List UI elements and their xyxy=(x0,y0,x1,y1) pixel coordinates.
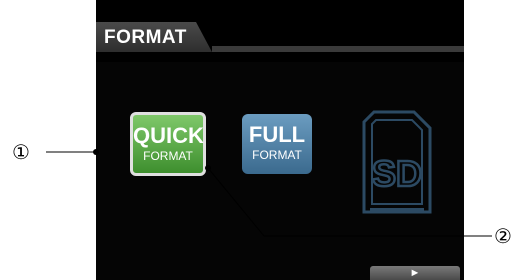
full-format-button[interactable]: FULL FORMAT xyxy=(242,114,312,174)
format-screen: FORMAT QUICK FORMAT FULL FORMAT SD ► xyxy=(96,0,464,280)
sd-card-icon: SD xyxy=(362,110,432,214)
full-format-sublabel: FORMAT xyxy=(252,148,302,162)
callout-2: ② xyxy=(494,224,512,248)
full-format-label: FULL xyxy=(248,122,306,147)
play-button[interactable]: ► xyxy=(370,266,460,280)
quick-format-button[interactable]: QUICK FORMAT xyxy=(130,112,206,176)
header-divider xyxy=(212,46,464,52)
sd-card-label: SD xyxy=(372,153,422,194)
quick-format-label: QUICK xyxy=(133,123,204,148)
quick-format-sublabel: FORMAT xyxy=(143,149,193,163)
callout-1: ① xyxy=(12,140,30,164)
title-tab: FORMAT xyxy=(96,22,212,52)
play-icon: ► xyxy=(409,267,421,279)
page-title: FORMAT xyxy=(104,27,187,48)
